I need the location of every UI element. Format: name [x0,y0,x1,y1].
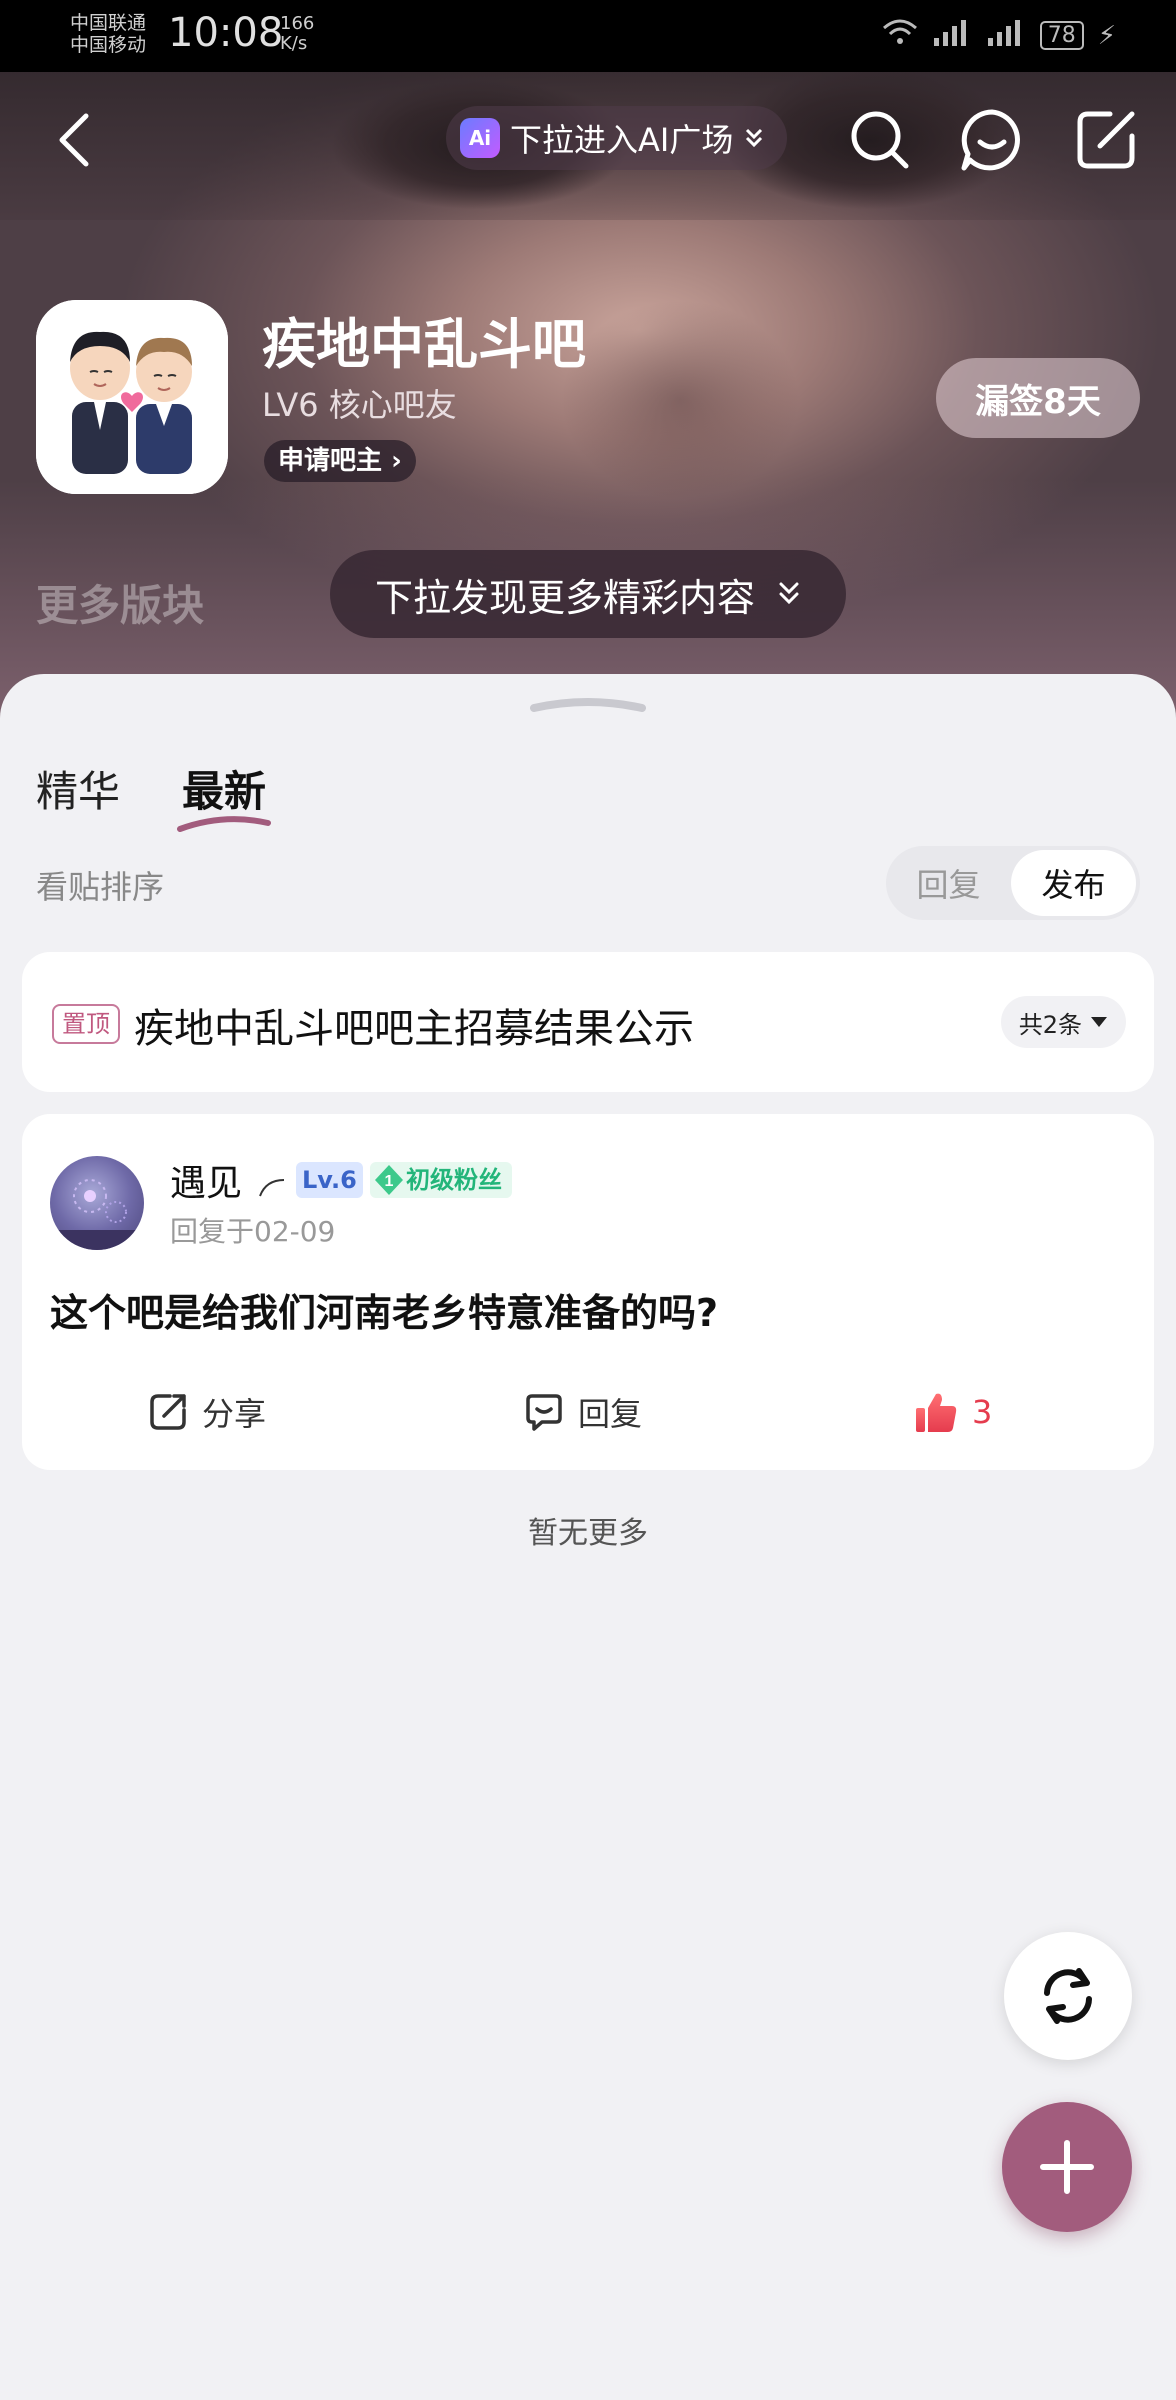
double-chevron-down-icon [746,128,763,148]
tab-latest[interactable]: 最新 [177,758,272,832]
swoosh-icon [259,1179,285,1197]
status-icons: 78 ⚡ [882,18,1116,53]
pinned-post[interactable]: 置顶 疾地中乱斗吧吧主招募结果公示 共2条 [22,952,1154,1092]
status-bar: 中国联通 中国移动 10:08 166 K/s 78 ⚡ [0,0,1176,72]
chevron-right-icon: › [391,446,402,476]
avatar[interactable] [50,1156,144,1250]
like-count: 3 [972,1393,993,1431]
signal-icon-2 [986,18,1026,53]
search-button[interactable] [844,104,916,176]
message-button[interactable] [956,104,1028,176]
chat-bubble-icon [961,109,1020,171]
discover-more-button[interactable]: 下拉发现更多精彩内容 [330,550,846,638]
svg-text:1: 1 [385,1173,394,1190]
sort-label: 看贴排序 [36,868,165,906]
sheet-handle-icon[interactable] [530,698,646,714]
network-speed: 166 K/s [280,13,315,54]
new-post-button[interactable] [1002,2102,1132,2232]
post-actions: 分享 回复 3 [22,1372,1154,1452]
ai-plaza-button[interactable]: Ai 下拉进入AI广场 [446,106,788,170]
fan-badge-icon: 1 [375,1165,403,1195]
post-card[interactable]: 遇见 Lv.6 1 初级粉丝 回复于02-09 这个吧是给我们河南老乡特意准备的… [22,1114,1154,1470]
signal-icon [932,18,972,53]
more-board-label[interactable]: 更多版块 [36,572,204,633]
ai-plaza-label: 下拉进入AI广场 [510,121,734,159]
back-button[interactable] [44,110,104,170]
sign-in-button[interactable]: 漏签8天 [936,358,1140,438]
comment-icon [526,1394,562,1431]
pinned-badge: 置顶 [52,1004,120,1044]
wifi-icon [882,18,918,53]
edit-icon [1077,111,1135,169]
pinned-count: 共2条 [1018,1010,1082,1039]
refresh-icon [1044,1968,1092,2024]
sort-option-reply[interactable]: 回复 [886,850,1011,916]
active-tab-underline [177,816,272,832]
apply-moderator-label: 申请吧主 [278,446,383,476]
forum-avatar[interactable] [36,300,228,494]
reply-label: 回复 [578,1395,643,1433]
compose-button[interactable] [1070,104,1142,176]
chevron-left-icon [59,113,89,167]
search-icon [851,111,909,169]
battery-indicator: 78 [1039,21,1084,50]
refresh-button[interactable] [1004,1932,1132,2060]
fan-level-tag: 1 初级粉丝 [370,1162,512,1198]
caret-down-icon [1091,1017,1107,1027]
post-title[interactable]: 这个吧是给我们河南老乡特意准备的吗? [50,1282,718,1337]
tab-essence[interactable]: 精华 [36,758,120,819]
reply-button[interactable]: 回复 [524,1372,642,1452]
status-time: 10:08 [168,10,284,56]
pinned-title: 疾地中乱斗吧吧主招募结果公示 [134,1006,694,1052]
carrier-label: 中国联通 中国移动 [70,12,147,56]
apply-moderator-button[interactable]: 申请吧主 › [264,440,416,482]
top-bar: Ai 下拉进入AI广场 [0,100,1176,180]
fan-tag-label: 初级粉丝 [406,1166,502,1194]
charging-icon: ⚡ [1097,20,1116,51]
share-label: 分享 [202,1395,267,1433]
avatar-fireworks-icon [50,1179,144,1250]
share-button[interactable]: 分享 [148,1372,266,1452]
ai-logo-icon: Ai [460,118,500,158]
discover-more-label: 下拉发现更多精彩内容 [374,575,755,620]
post-username[interactable]: 遇见 [170,1154,242,1206]
sort-toggle: 回复 发布 [886,846,1140,920]
double-chevron-down-icon [779,582,799,605]
forum-avatar-illustration-icon [36,300,228,494]
content-sheet: 精华 最新 看贴排序 回复 发布 置顶 疾地中乱斗吧吧主招募结果公示 共2条 遇… [0,674,1176,2400]
plus-icon [1040,2140,1094,2194]
forum-name: 疾地中乱斗吧 [262,313,586,376]
user-level-tag: Lv.6 [296,1162,363,1198]
thumbs-up-icon [916,1393,957,1432]
pinned-count-dropdown[interactable]: 共2条 [1000,996,1126,1048]
forum-header: 疾地中乱斗吧 LV6 核心吧友 申请吧主 › 漏签8天 [0,300,1176,500]
share-icon [150,1394,186,1430]
like-button[interactable]: 3 [914,1372,992,1452]
forum-level: LV6 核心吧友 [262,386,457,424]
reply-time: 回复于02-09 [170,1215,336,1248]
tab-bar: 精华 最新 [36,758,272,832]
sort-option-publish[interactable]: 发布 [1011,850,1136,916]
no-more-label: 暂无更多 [528,1516,648,1551]
